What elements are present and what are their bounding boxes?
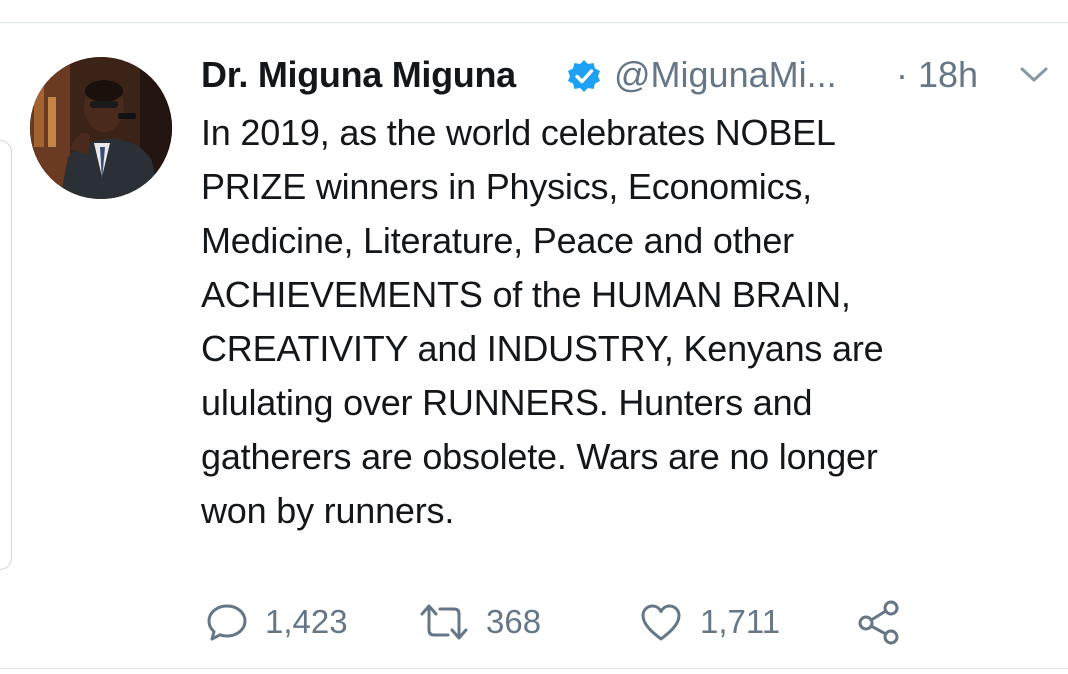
- verified-badge-icon: [566, 58, 602, 94]
- chevron-down-icon[interactable]: [1017, 62, 1051, 88]
- tweet-text-line: CREATIVITY and INDUSTRY, Kenyans are: [201, 328, 884, 369]
- heart-icon: [638, 600, 684, 644]
- bottom-divider: [0, 668, 1068, 669]
- retweet-icon: [418, 600, 470, 644]
- tweet-text-line: gatherers are obsolete. Wars are no long…: [201, 436, 878, 477]
- tweet-text-line: Medicine, Literature, Peace and other: [201, 220, 794, 261]
- display-name[interactable]: Dr. Miguna Miguna: [201, 52, 516, 98]
- tweet-text-line: In 2019, as the world celebrates NOBEL: [201, 112, 836, 153]
- handle[interactable]: @MigunaMi...: [614, 52, 837, 98]
- timestamp[interactable]: · 18h: [896, 52, 978, 98]
- like-button[interactable]: 1,711: [638, 594, 780, 650]
- tweet-text-line: ACHIEVEMENTS of the HUMAN BRAIN,: [201, 274, 851, 315]
- reply-count: 1,423: [265, 603, 348, 640]
- reply-icon: [205, 600, 249, 644]
- tweet-text-line: ululating over RUNNERS. Hunters and: [201, 382, 813, 423]
- like-count: 1,711: [700, 603, 781, 640]
- tweet-header: Dr. Miguna Miguna @MigunaMi... · 18h: [201, 52, 1068, 98]
- share-icon: [856, 599, 902, 645]
- tweet-text-line: won by runners.: [201, 490, 455, 531]
- tweet-actions: 1,423 368 1,711: [0, 594, 1068, 650]
- retweet-count: 368: [486, 603, 542, 640]
- tweet-text: In 2019, as the world celebrates NOBEL P…: [201, 106, 1031, 538]
- tweet-text-line: PRIZE winners in Physics, Economics,: [201, 166, 812, 207]
- top-divider: [0, 22, 1068, 23]
- reply-button[interactable]: 1,423: [205, 594, 348, 650]
- avatar[interactable]: [30, 57, 172, 199]
- avatar-image: [30, 57, 172, 199]
- share-button[interactable]: [856, 594, 902, 650]
- left-edge-panel: [0, 140, 12, 570]
- retweet-button[interactable]: 368: [418, 594, 541, 650]
